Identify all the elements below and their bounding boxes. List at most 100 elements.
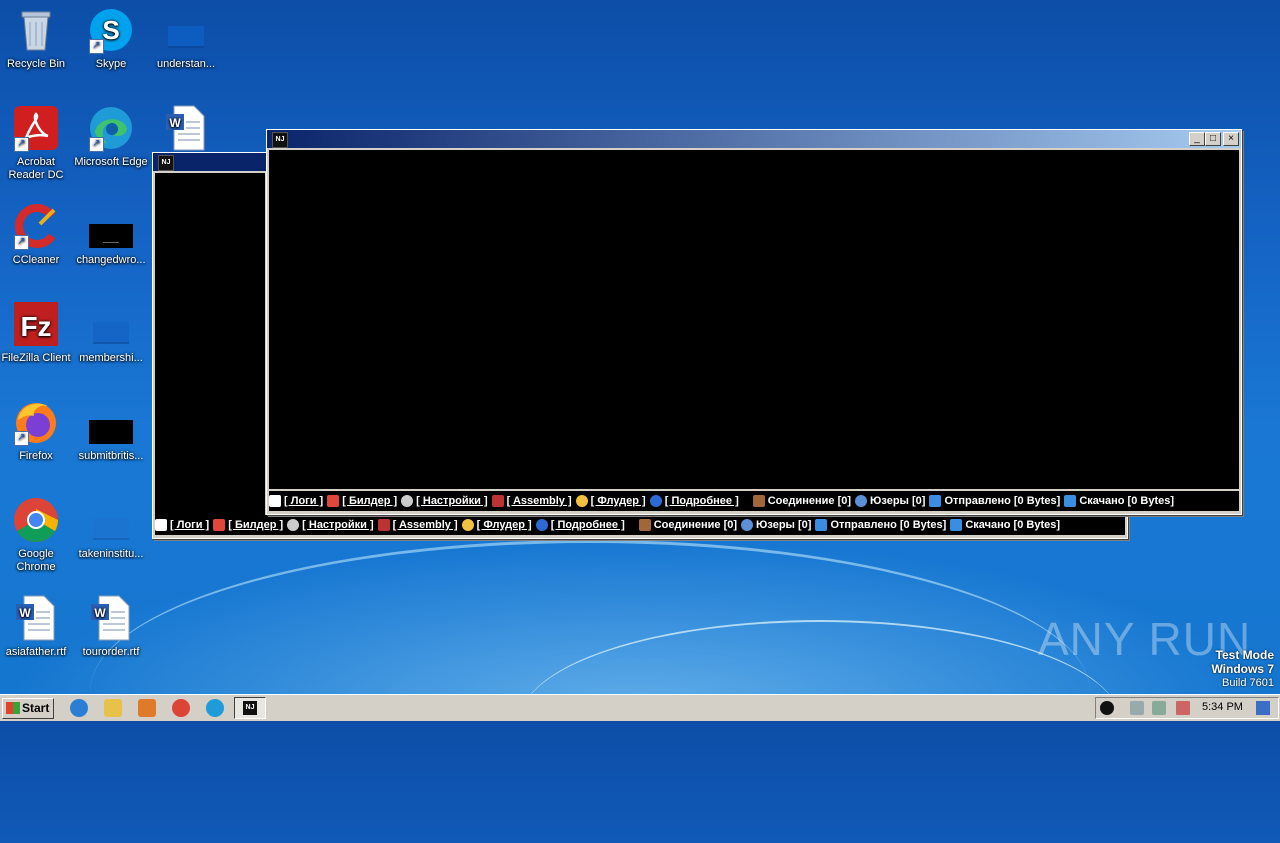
show-desktop-icon[interactable] xyxy=(1256,701,1270,715)
start-button[interactable]: Start xyxy=(2,698,54,719)
desktop-icon-rtf[interactable]: W tourorder.rtf xyxy=(73,594,149,659)
skype-icon: S ↗ xyxy=(87,6,135,54)
build-line: Build 7601 xyxy=(1222,677,1274,689)
status-assembly[interactable]: [ Assembly ] xyxy=(491,495,572,507)
desktop-icon-chrome[interactable]: Google Chrome xyxy=(0,496,74,574)
assembly-link[interactable]: [ Assembly ] xyxy=(507,495,572,507)
status-builder[interactable]: [ Билдер ] xyxy=(327,495,397,507)
builder-icon xyxy=(213,519,226,531)
desktop-icon-file[interactable]: submitbritis... xyxy=(73,398,149,463)
status-logs[interactable]: [ Логи ] xyxy=(269,495,323,507)
shortcut-arrow-icon: ↗ xyxy=(14,431,29,446)
maximize-button[interactable]: □ xyxy=(1205,132,1221,146)
desktop-icon-filezilla[interactable]: Fz FileZilla Client xyxy=(0,300,74,365)
window-titlebar[interactable]: NJ _ □ × xyxy=(267,130,1241,148)
test-mode-text: Test Mode Windows 7 Build 7601 xyxy=(1211,648,1274,690)
app-icon: NJ xyxy=(243,701,257,715)
desktop-icon-label: takeninstitu... xyxy=(78,548,144,560)
desktop-icon-file[interactable]: changedwro... xyxy=(73,202,149,267)
word-document-icon: W xyxy=(12,594,60,642)
builder-link[interactable]: [ Билдер ] xyxy=(228,519,283,531)
edge-taskbar-icon[interactable] xyxy=(206,699,224,717)
media-player-icon[interactable] xyxy=(138,699,156,717)
active-app-taskbar-button[interactable]: NJ xyxy=(234,697,266,719)
status-settings[interactable]: [ Настройки ] xyxy=(401,495,488,507)
desktop-icon-acrobat[interactable]: ↗ Acrobat Reader DC xyxy=(0,104,74,182)
app-tray-icon[interactable] xyxy=(1100,701,1114,715)
settings-link[interactable]: [ Настройки ] xyxy=(416,495,487,507)
sent-bytes: Отправлено [0 Bytes] xyxy=(944,495,1061,507)
desktop-icon-rtf[interactable]: W asiafather.rtf xyxy=(0,594,74,659)
connection-count: Соединение [0] xyxy=(653,519,738,531)
edge-icon: ↗ xyxy=(87,104,135,152)
status-assembly[interactable]: [ Assembly ] xyxy=(377,519,458,531)
close-button[interactable]: × xyxy=(1223,132,1239,146)
status-more[interactable]: [ Подробнее ] xyxy=(649,495,739,507)
desktop-icon-word-doc[interactable]: W xyxy=(148,104,224,156)
desktop-icon-file[interactable]: membershi... xyxy=(73,300,149,365)
connection-icon xyxy=(638,519,651,531)
network-icon[interactable] xyxy=(1152,701,1166,715)
svg-text:W: W xyxy=(19,606,31,620)
connection-icon xyxy=(752,495,765,507)
chrome-taskbar-icon[interactable] xyxy=(172,699,190,717)
desktop-icon-label: asiafather.rtf xyxy=(5,646,67,658)
flooder-link[interactable]: [ Флудер ] xyxy=(591,495,646,507)
status-more[interactable]: [ Подробнее ] xyxy=(535,519,625,531)
desktop-icon-recycle-bin[interactable]: Recycle Bin xyxy=(0,6,74,71)
logs-link[interactable]: [ Логи ] xyxy=(170,519,209,531)
tools-icon xyxy=(377,519,390,531)
clock[interactable]: 5:34 PM xyxy=(1202,701,1243,713)
info-icon xyxy=(649,495,662,507)
status-flooder[interactable]: [ Флудер ] xyxy=(575,495,646,507)
desktop-icon-firefox[interactable]: ↗ Firefox xyxy=(0,398,74,463)
desktop-icon-file[interactable]: understan... xyxy=(148,6,224,71)
status-sent: Отправлено [0 Bytes] xyxy=(815,519,946,531)
desktop-icon-label: FileZilla Client xyxy=(1,352,71,364)
svg-text:W: W xyxy=(94,606,106,620)
status-flooder[interactable]: [ Флудер ] xyxy=(461,519,532,531)
desktop-icon-label: understan... xyxy=(156,58,216,70)
flag-icon[interactable] xyxy=(1176,701,1190,715)
status-logs[interactable]: [ Логи ] xyxy=(155,519,209,531)
volume-icon[interactable] xyxy=(1130,701,1144,715)
file-explorer-icon[interactable] xyxy=(104,699,122,717)
status-settings[interactable]: [ Настройки ] xyxy=(287,519,374,531)
logs-link[interactable]: [ Логи ] xyxy=(284,495,323,507)
windows-logo-icon xyxy=(6,702,20,714)
smiley-icon xyxy=(461,519,474,531)
start-label: Start xyxy=(22,701,50,715)
window-titlebar[interactable]: NJ xyxy=(153,153,267,171)
more-link[interactable]: [ Подробнее ] xyxy=(551,519,625,531)
shortcut-arrow-icon: ↗ xyxy=(89,39,104,54)
minimize-button[interactable]: _ xyxy=(1189,132,1205,146)
filezilla-icon: Fz xyxy=(12,300,60,348)
more-link[interactable]: [ Подробнее ] xyxy=(665,495,739,507)
app-window-foreground[interactable]: NJ _ □ × [ Логи ] [ Билдер ] [ Настройки… xyxy=(266,129,1242,515)
info-icon xyxy=(535,519,548,531)
connection-count: Соединение [0] xyxy=(767,495,852,507)
app-icon: NJ xyxy=(158,155,174,171)
desktop-icon-edge[interactable]: ↗ Microsoft Edge xyxy=(73,104,149,169)
ccleaner-icon: ↗ xyxy=(12,202,60,250)
status-builder[interactable]: [ Билдер ] xyxy=(213,519,283,531)
builder-link[interactable]: [ Билдер ] xyxy=(342,495,397,507)
flooder-link[interactable]: [ Флудер ] xyxy=(477,519,532,531)
svg-text:W: W xyxy=(169,116,181,130)
settings-link[interactable]: [ Настройки ] xyxy=(302,519,373,531)
test-mode-line: Test Mode xyxy=(1215,648,1274,662)
status-bar: [ Логи ] [ Билдер ] [ Настройки ] [ Asse… xyxy=(269,491,1239,511)
assembly-link[interactable]: [ Assembly ] xyxy=(393,519,458,531)
user-icon xyxy=(855,495,868,507)
blank-file-icon xyxy=(162,6,210,54)
desktop-icon-ccleaner[interactable]: ↗ CCleaner xyxy=(0,202,74,267)
builder-icon xyxy=(327,495,340,507)
shortcut-arrow-icon: ↗ xyxy=(14,137,29,152)
internet-explorer-icon[interactable] xyxy=(70,699,88,717)
status-received: Скачано [0 Bytes] xyxy=(1064,495,1174,507)
desktop-icon-file[interactable]: takeninstitu... xyxy=(73,496,149,561)
desktop-icon-label: tourorder.rtf xyxy=(82,646,140,658)
users-count: Юзеры [0] xyxy=(870,495,926,507)
svg-text:S: S xyxy=(102,15,119,45)
desktop-icon-skype[interactable]: S ↗ Skype xyxy=(73,6,149,71)
